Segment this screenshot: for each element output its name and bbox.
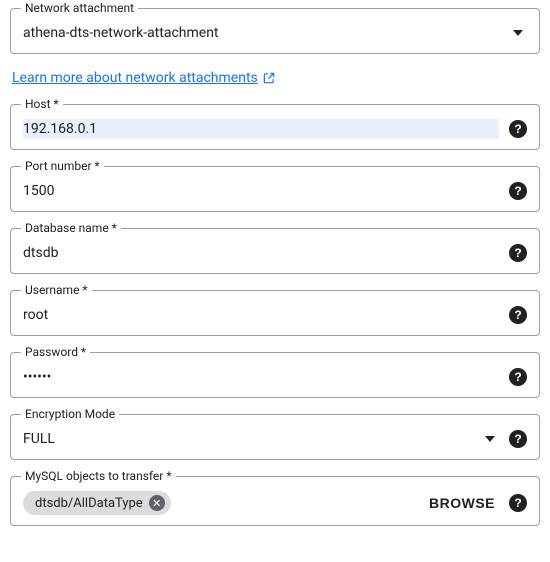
encryption-mode-value[interactable]: FULL <box>23 429 475 449</box>
browse-button[interactable]: BROWSE <box>423 495 501 511</box>
host-field: Host * ? <box>10 104 540 150</box>
host-input[interactable] <box>23 119 499 139</box>
port-label: Port number * <box>21 159 104 173</box>
help-icon[interactable]: ? <box>509 430 527 448</box>
help-icon[interactable]: ? <box>509 120 527 138</box>
password-label: Password * <box>21 345 90 359</box>
port-field: Port number * ? <box>10 166 540 212</box>
username-input[interactable] <box>23 305 499 325</box>
network-attachment-row: athena-dts-network-attachment <box>23 23 527 43</box>
help-icon[interactable]: ? <box>509 494 527 512</box>
help-icon[interactable]: ? <box>509 306 527 324</box>
mysql-objects-field: MySQL objects to transfer * dtsdb/AllDat… <box>10 476 540 526</box>
database-name-input[interactable] <box>23 243 499 263</box>
database-name-field: Database name * ? <box>10 228 540 274</box>
close-icon[interactable]: ✕ <box>149 495 165 511</box>
object-chip[interactable]: dtsdb/AllDataType ✕ <box>23 491 171 515</box>
network-attachment-label: Network attachment <box>21 1 138 15</box>
encryption-mode-label: Encryption Mode <box>21 407 119 421</box>
learn-more-text: Learn more about network attachments <box>12 70 258 86</box>
help-icon[interactable]: ? <box>509 244 527 262</box>
chip-label: dtsdb/AllDataType <box>35 496 143 511</box>
mysql-objects-chips: dtsdb/AllDataType ✕ <box>23 491 415 515</box>
database-name-row: ? <box>23 243 527 263</box>
username-label: Username * <box>21 283 92 297</box>
host-row: ? <box>23 119 527 139</box>
mysql-objects-label: MySQL objects to transfer * <box>21 469 176 483</box>
external-link-icon <box>262 71 276 85</box>
port-row: ? <box>23 181 527 201</box>
encryption-mode-row: FULL ? <box>23 429 527 449</box>
password-input[interactable] <box>23 367 499 387</box>
help-icon[interactable]: ? <box>509 182 527 200</box>
learn-more-link[interactable]: Learn more about network attachments <box>12 70 276 86</box>
database-name-label: Database name * <box>21 221 121 235</box>
host-label: Host * <box>21 97 63 111</box>
password-row: ? <box>23 367 527 387</box>
mysql-objects-row: dtsdb/AllDataType ✕ BROWSE ? <box>23 491 527 515</box>
network-attachment-field[interactable]: Network attachment athena-dts-network-at… <box>10 8 540 54</box>
chevron-down-icon[interactable] <box>513 30 523 36</box>
port-input[interactable] <box>23 181 499 201</box>
password-field: Password * ? <box>10 352 540 398</box>
chevron-down-icon[interactable] <box>485 436 495 442</box>
username-row: ? <box>23 305 527 325</box>
help-icon[interactable]: ? <box>509 368 527 386</box>
network-attachment-value[interactable]: athena-dts-network-attachment <box>23 23 503 43</box>
encryption-mode-field[interactable]: Encryption Mode FULL ? <box>10 414 540 460</box>
learn-more-row: Learn more about network attachments <box>12 70 540 86</box>
username-field: Username * ? <box>10 290 540 336</box>
